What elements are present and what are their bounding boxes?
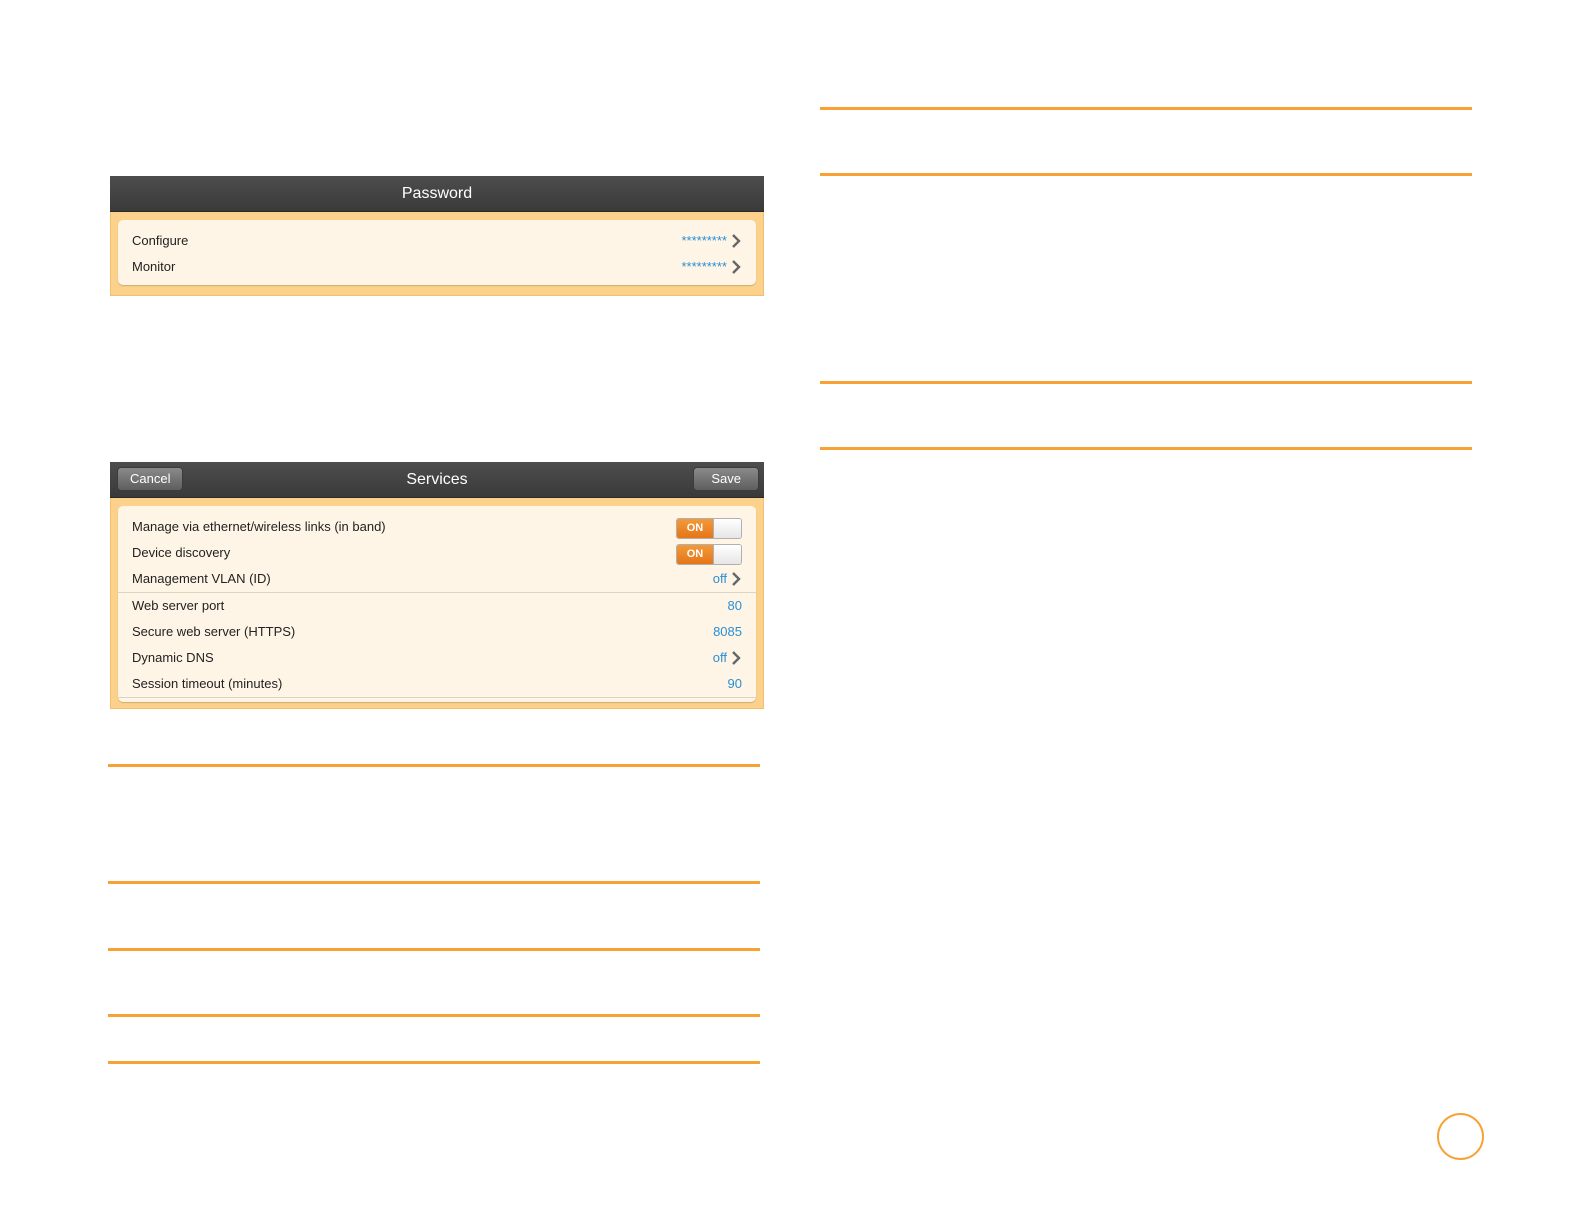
service-row-label: Manage via ethernet/wireless links (in b… bbox=[132, 519, 386, 534]
password-row-label: Monitor bbox=[132, 259, 176, 274]
service-row-manage-in-band: Manage via ethernet/wireless links (in b… bbox=[118, 514, 756, 540]
divider-line bbox=[108, 764, 760, 767]
manage-in-band-toggle[interactable]: ON bbox=[676, 518, 742, 539]
password-card: Configure ********* Monitor ********* bbox=[118, 220, 756, 285]
service-row-device-discovery: Device discovery ON bbox=[118, 540, 756, 566]
service-row-secure-web-server[interactable]: Secure web server (HTTPS) 8085 bbox=[118, 619, 756, 645]
services-panel: Cancel Services Save Manage via ethernet… bbox=[110, 462, 764, 709]
page-number-circle bbox=[1437, 1113, 1484, 1160]
password-row-value: ********* bbox=[681, 228, 742, 254]
masked-password: ********* bbox=[681, 233, 727, 248]
service-row-value: off bbox=[713, 566, 742, 592]
password-row-label: Configure bbox=[132, 233, 189, 248]
session-timeout-value[interactable]: 90 bbox=[728, 671, 742, 697]
divider-line bbox=[820, 107, 1472, 110]
device-discovery-toggle[interactable]: ON bbox=[676, 544, 742, 565]
masked-password: ********* bbox=[681, 259, 727, 274]
divider-line bbox=[108, 1061, 760, 1064]
service-row-label: Device discovery bbox=[132, 545, 231, 560]
service-row-value: off bbox=[713, 645, 742, 671]
service-row-management-vlan[interactable]: Management VLAN (ID) off bbox=[118, 566, 756, 593]
password-row-monitor[interactable]: Monitor ********* bbox=[118, 254, 756, 280]
service-row-label: Dynamic DNS bbox=[132, 650, 214, 665]
service-row-session-timeout[interactable]: Session timeout (minutes) 90 bbox=[118, 671, 756, 698]
password-row-configure[interactable]: Configure ********* bbox=[118, 228, 756, 254]
chevron-right-icon bbox=[732, 572, 741, 586]
chevron-right-icon bbox=[732, 234, 741, 248]
toggle-knob bbox=[713, 519, 741, 538]
service-row-web-server-port[interactable]: Web server port 80 bbox=[118, 593, 756, 619]
service-row-label: Secure web server (HTTPS) bbox=[132, 624, 296, 639]
service-row-label: Session timeout (minutes) bbox=[132, 676, 283, 691]
page-title: Services bbox=[406, 471, 468, 488]
services-title-bar: Cancel Services Save bbox=[110, 462, 764, 498]
divider-line bbox=[820, 173, 1472, 176]
page-title: Password bbox=[401, 185, 473, 202]
password-row-value: ********* bbox=[681, 254, 742, 280]
dynamic-dns-value: off bbox=[712, 650, 727, 665]
https-port-value[interactable]: 8085 bbox=[713, 619, 742, 645]
divider-line bbox=[108, 1014, 760, 1017]
password-panel: Password Configure ********* Monitor ***… bbox=[110, 176, 764, 296]
divider-line bbox=[108, 881, 760, 884]
save-button[interactable]: Save bbox=[693, 467, 759, 491]
divider-line bbox=[820, 447, 1472, 450]
toggle-knob bbox=[713, 545, 741, 564]
service-row-dynamic-dns[interactable]: Dynamic DNS off bbox=[118, 645, 756, 671]
divider-line bbox=[820, 381, 1472, 384]
service-row-label: Web server port bbox=[132, 598, 225, 613]
services-card: Manage via ethernet/wireless links (in b… bbox=[118, 506, 756, 702]
management-vlan-value: off bbox=[712, 571, 727, 586]
web-server-port-value[interactable]: 80 bbox=[728, 593, 742, 619]
password-title-bar: Password bbox=[110, 176, 764, 212]
service-row-label: Management VLAN (ID) bbox=[132, 571, 271, 586]
chevron-right-icon bbox=[732, 651, 741, 665]
toggle-on-label: ON bbox=[677, 519, 713, 538]
cancel-button[interactable]: Cancel bbox=[117, 467, 184, 491]
divider-line bbox=[108, 948, 760, 951]
chevron-right-icon bbox=[732, 260, 741, 274]
toggle-on-label: ON bbox=[677, 545, 713, 564]
